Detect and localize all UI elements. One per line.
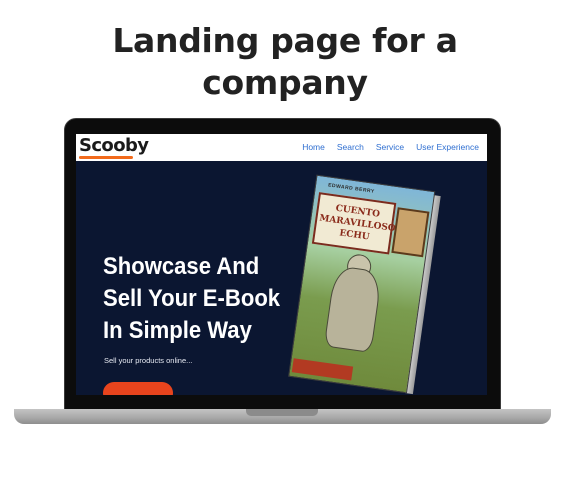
book-portrait-illustration xyxy=(391,207,430,258)
headline-line-2: company xyxy=(202,63,368,102)
headline-line-1: Landing page for a xyxy=(112,21,458,60)
logo-underline xyxy=(79,156,133,159)
book-title: CUENTO MARAVILLOSO ECHU xyxy=(317,201,396,247)
hero-cta-button[interactable] xyxy=(103,382,173,395)
book-author: EDWARD BERRY xyxy=(327,182,376,195)
laptop-screen: Scooby Home Search Service User Experien… xyxy=(76,134,487,395)
book-bottom-label xyxy=(291,358,354,381)
site-logo[interactable]: Scooby xyxy=(79,135,149,156)
laptop-notch xyxy=(246,409,318,416)
book-figure-illustration xyxy=(323,265,383,353)
site-navbar: Scooby Home Search Service User Experien… xyxy=(76,134,487,161)
nav-link-service[interactable]: Service xyxy=(376,142,404,152)
nav-links: Home Search Service User Experience xyxy=(302,142,479,152)
book-cover-image: EDWARD BERRY CUENTO MARAVILLOSO ECHU xyxy=(288,174,441,395)
hero-title: Showcase And Sell Your E-Book In Simple … xyxy=(103,251,287,347)
hero-subtitle: Sell your products online... xyxy=(104,356,193,365)
page: Landing page for a company Scooby Home S… xyxy=(0,0,570,478)
nav-link-search[interactable]: Search xyxy=(337,142,364,152)
nav-link-user-experience[interactable]: User Experience xyxy=(416,142,479,152)
nav-link-home[interactable]: Home xyxy=(302,142,325,152)
hero-title-line-2: Sell Your E-Book xyxy=(103,285,281,312)
hero-title-line-3: In Simple Way xyxy=(103,317,252,344)
book-title-box: CUENTO MARAVILLOSO ECHU xyxy=(311,192,397,255)
hero-title-line-1: Showcase And xyxy=(103,253,260,280)
page-headline: Landing page for a company xyxy=(0,20,570,104)
